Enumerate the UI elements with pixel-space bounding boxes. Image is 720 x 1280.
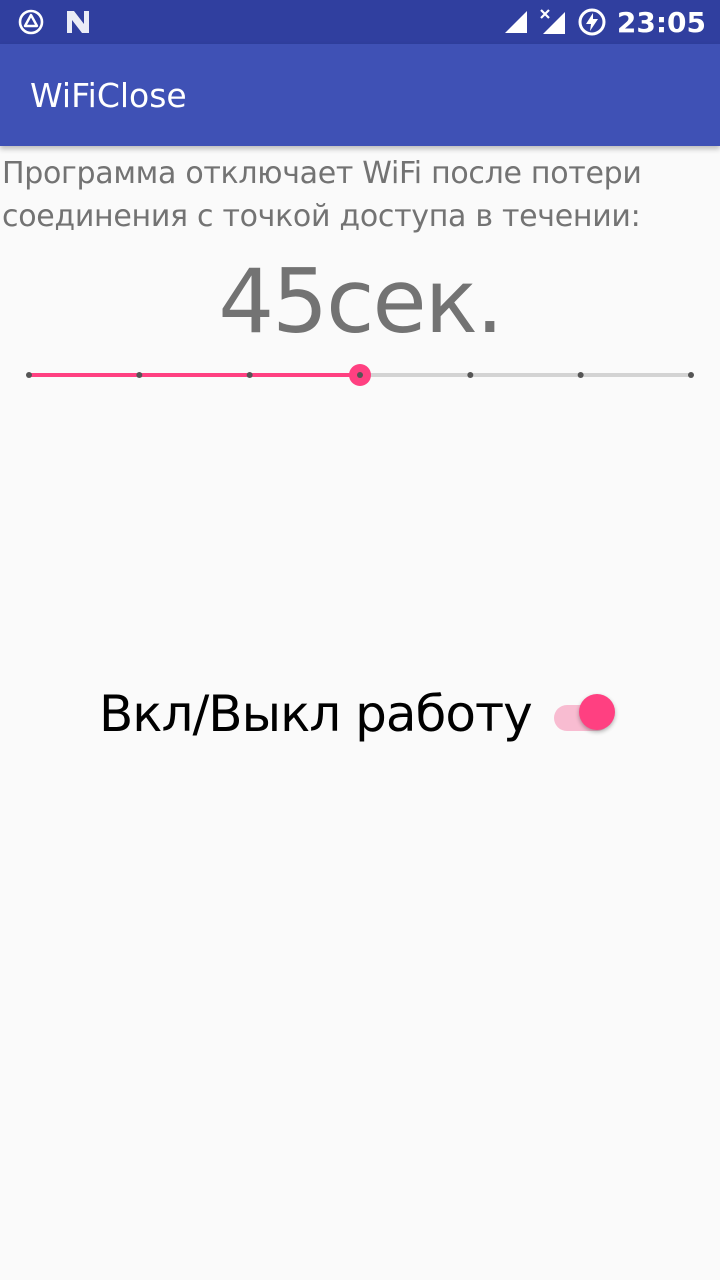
- timeout-seekbar[interactable]: [18, 355, 702, 395]
- status-time: 23:05: [616, 5, 706, 39]
- seekbar-tick: [357, 372, 363, 378]
- seconds-value: 45сек.: [218, 250, 504, 353]
- description-line-1: Программа отключает WiFi после потери: [2, 156, 642, 191]
- seekbar-tick: [577, 372, 584, 378]
- switch-thumb[interactable]: [579, 694, 615, 730]
- battery-charging-icon: [578, 8, 606, 36]
- seekbar-tick: [688, 372, 694, 378]
- toggle-label: Вкл/Выкл работу: [99, 685, 533, 743]
- cell-signal-icon: [504, 11, 527, 33]
- app-notification-icon: [18, 9, 44, 35]
- enable-switch[interactable]: [552, 692, 618, 736]
- status-right-icons: 23:05: [503, 5, 706, 39]
- description-line-2: соединения с точкой доступа в течении:: [2, 199, 641, 234]
- status-bar: 23:05: [0, 0, 720, 44]
- seekbar-tick: [246, 372, 253, 378]
- no-data-signal-icon: [540, 9, 565, 34]
- n-notification-icon: [67, 11, 89, 33]
- seekbar-tick: [467, 372, 474, 378]
- seekbar-tick: [136, 372, 143, 378]
- app-bar: WiFiClose: [0, 44, 720, 146]
- description-text: Программа отключает WiFi после потери со…: [2, 152, 718, 238]
- seekbar-tick: [26, 372, 32, 378]
- status-left-icons: [18, 8, 92, 36]
- toggle-row: Вкл/Выкл работу: [0, 682, 720, 746]
- app-title: WiFiClose: [30, 76, 187, 115]
